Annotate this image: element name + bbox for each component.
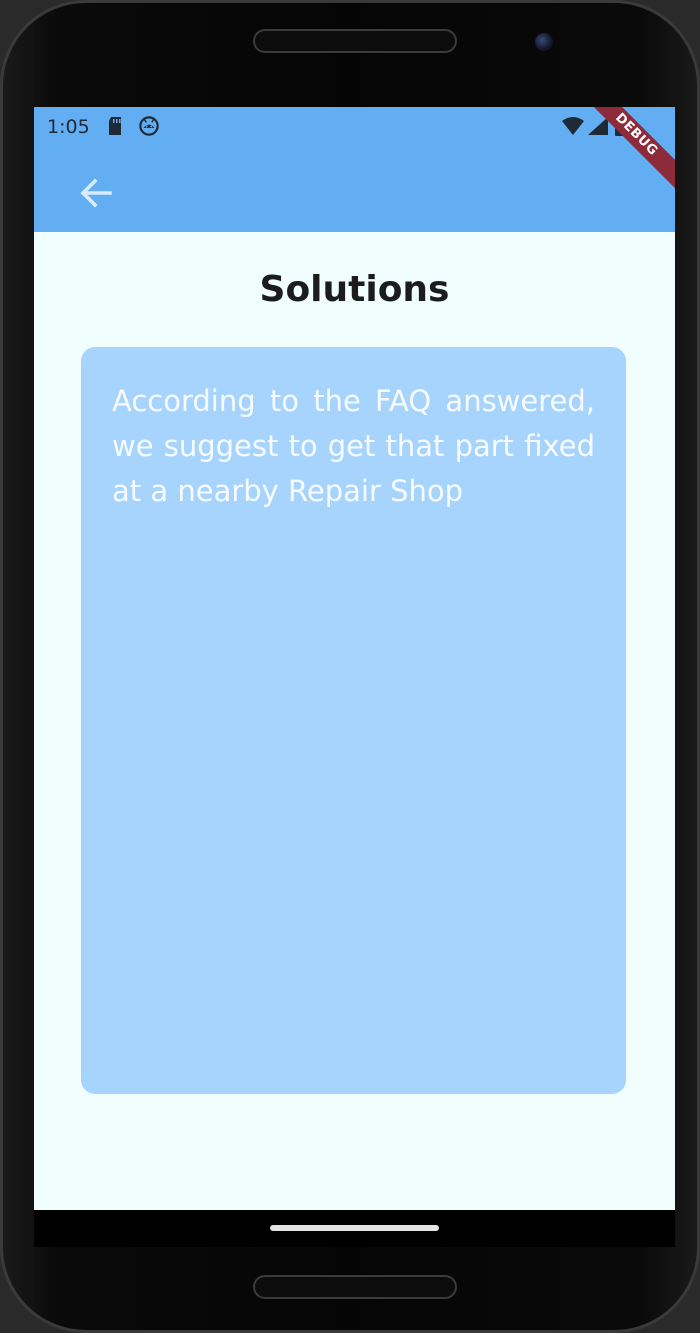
android-debug-icon (139, 116, 159, 136)
navigation-bar (34, 1210, 675, 1247)
solution-text: According to the FAQ answered, we sugges… (112, 384, 595, 508)
status-bar: 1:05 (34, 107, 675, 147)
app-screen: 1:05 DEBUG Solutions According to the FA… (34, 107, 675, 1210)
wifi-icon (562, 117, 584, 135)
home-indicator[interactable] (270, 1225, 439, 1231)
phone-frame: 1:05 DEBUG Solutions According to the FA… (0, 0, 700, 1333)
status-time: 1:05 (47, 116, 90, 138)
back-button[interactable] (74, 171, 118, 215)
bottom-speaker (253, 1275, 457, 1299)
solution-card: According to the FAQ answered, we sugges… (81, 347, 626, 1094)
sd-card-icon (109, 117, 121, 135)
page-title: Solutions (259, 269, 450, 310)
arrow-back-icon (80, 178, 112, 208)
front-camera (535, 33, 553, 51)
app-bar (34, 147, 675, 232)
top-speaker (253, 29, 457, 53)
